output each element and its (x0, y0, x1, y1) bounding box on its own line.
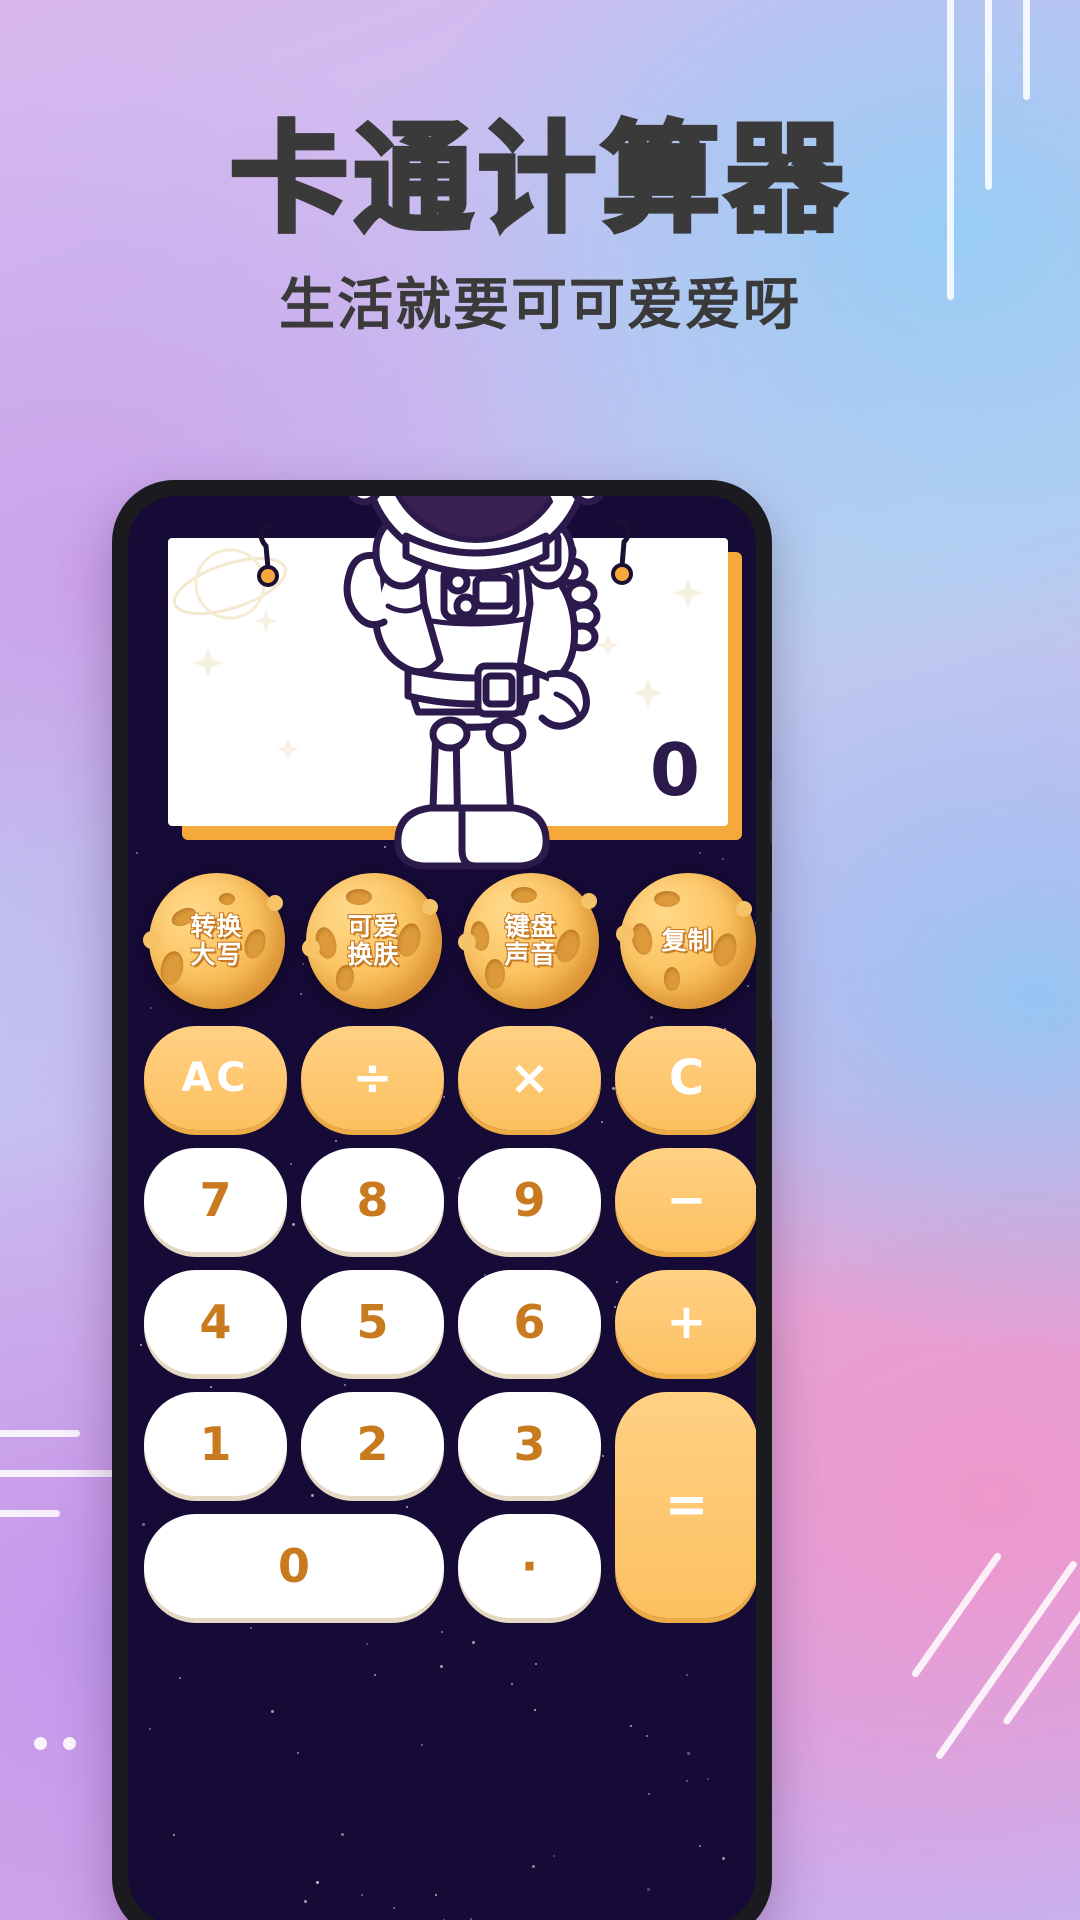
moon-button-label: 键盘 声音 (504, 913, 556, 969)
calculator-display: 0 (168, 538, 728, 826)
digit-0-key[interactable]: 0 (144, 1514, 444, 1618)
all-clear-key[interactable]: AC (144, 1026, 287, 1130)
moon-button-uppercase[interactable]: 转换 大写 (149, 873, 285, 1009)
plus-key[interactable]: + (615, 1270, 756, 1374)
digit-1-key[interactable]: 1 (144, 1392, 287, 1496)
moon-button-sound[interactable]: 键盘 声音 (463, 873, 599, 1009)
multiply-key[interactable]: × (458, 1026, 601, 1130)
digit-7-key[interactable]: 7 (144, 1148, 287, 1252)
minus-key[interactable]: − (615, 1148, 756, 1252)
phone-mockup: 0 转换 大写 可爱 换肤 键盘 声音 复制 AC ÷ × C 7 8 9 − … (112, 480, 772, 1920)
moon-button-label: 转换 大写 (190, 913, 242, 969)
hook-left-icon (252, 520, 292, 600)
calculator-keypad: AC ÷ × C 7 8 9 − 4 5 6 + 1 2 3 = 0 · (144, 1026, 756, 1618)
promo-poster: 卡通计算器 生活就要可可爱爱呀 0 转换 大写 可爱 换肤 键盘 声音 复制 A… (0, 0, 1080, 1920)
page-title: 卡通计算器 (0, 118, 1080, 242)
digit-6-key[interactable]: 6 (458, 1270, 601, 1374)
digit-3-key[interactable]: 3 (458, 1392, 601, 1496)
page-subtitle: 生活就要可可爱爱呀 (0, 275, 1080, 337)
hook-right-icon (598, 516, 638, 600)
divide-key[interactable]: ÷ (301, 1026, 444, 1130)
phone-side-button-volume[interactable] (770, 780, 772, 844)
decorative-lines-bottom-right (780, 1480, 1080, 1800)
digit-2-key[interactable]: 2 (301, 1392, 444, 1496)
moon-button-copy[interactable]: 复制 (620, 873, 756, 1009)
app-screen: 0 转换 大写 可爱 换肤 键盘 声音 复制 AC ÷ × C 7 8 9 − … (128, 496, 756, 1920)
phone-side-button-power[interactable] (770, 910, 772, 1020)
digit-9-key[interactable]: 9 (458, 1148, 601, 1252)
equals-key[interactable]: = (615, 1392, 756, 1618)
moon-button-skin[interactable]: 可爱 换肤 (306, 873, 442, 1009)
moon-button-label: 复制 (661, 927, 713, 955)
display-value: 0 (650, 728, 700, 812)
decimal-point-key[interactable]: · (458, 1514, 601, 1618)
moon-button-label: 可爱 换肤 (347, 913, 399, 969)
digit-8-key[interactable]: 8 (301, 1148, 444, 1252)
clear-key[interactable]: C (615, 1026, 756, 1130)
digit-5-key[interactable]: 5 (301, 1270, 444, 1374)
function-moon-row: 转换 大写 可爱 换肤 键盘 声音 复制 (138, 866, 756, 1016)
digit-4-key[interactable]: 4 (144, 1270, 287, 1374)
decorative-dots (34, 1737, 76, 1750)
